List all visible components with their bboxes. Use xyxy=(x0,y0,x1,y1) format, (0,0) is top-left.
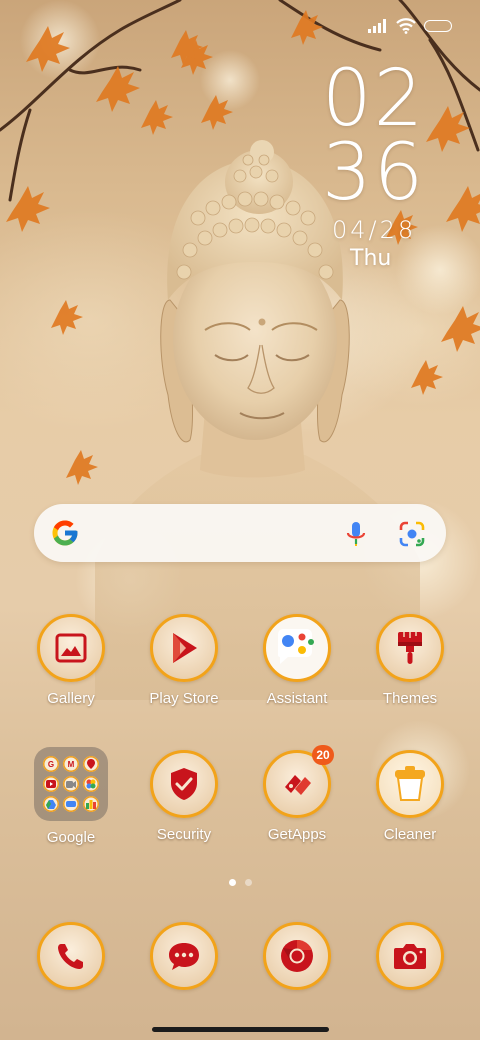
clock-day: Thu xyxy=(350,246,392,271)
clock-hour: 02 xyxy=(322,54,426,144)
app-label-themes: Themes xyxy=(382,690,438,707)
gmail-mini-icon: M xyxy=(63,756,79,772)
dock-camera[interactable] xyxy=(360,922,460,990)
app-label-assistant: Assistant xyxy=(266,690,328,707)
getapps-icon: 20 xyxy=(263,745,334,818)
notification-badge: 20 xyxy=(312,745,334,765)
clock-minute: 36 xyxy=(322,128,426,218)
maps-mini-icon xyxy=(83,756,99,772)
app-folder-google[interactable]: G M Google xyxy=(21,747,121,846)
clock-date: 04/28 xyxy=(332,216,417,244)
google-search-bar[interactable] xyxy=(34,504,446,562)
photos-mini-icon xyxy=(83,776,99,792)
app-cleaner[interactable]: Cleaner xyxy=(360,750,460,843)
clock-widget[interactable]: 02 36 04/28 Thu xyxy=(322,54,432,271)
messages-icon xyxy=(150,922,218,990)
phone-icon xyxy=(37,922,105,990)
play-store-icon xyxy=(150,614,218,682)
chrome-icon xyxy=(263,922,331,990)
app-label-getapps: GetApps xyxy=(267,826,327,843)
shield-check-icon xyxy=(150,750,218,818)
dock-messages[interactable] xyxy=(134,922,234,990)
dock-chrome[interactable] xyxy=(247,922,347,990)
mic-icon[interactable] xyxy=(344,520,368,553)
page-indicator xyxy=(0,879,480,886)
lens-icon[interactable] xyxy=(398,520,426,553)
page-dot-2 xyxy=(244,879,252,886)
duo-mini-icon xyxy=(63,796,79,812)
app-assistant[interactable]: Assistant xyxy=(247,614,347,707)
youtube-mini-icon xyxy=(43,776,59,792)
app-label-play-store: Play Store xyxy=(149,690,219,707)
google-logo-icon xyxy=(50,518,80,553)
battery-icon xyxy=(424,20,452,32)
google-mini-icon: G xyxy=(43,756,59,772)
dock-phone[interactable] xyxy=(21,922,121,990)
camera-icon xyxy=(376,922,444,990)
folder-icon: G M xyxy=(34,747,108,821)
app-label-gallery: Gallery xyxy=(47,690,95,707)
app-getapps[interactable]: 20 GetApps xyxy=(247,745,347,843)
play-games-mini-icon xyxy=(83,796,99,812)
status-bar xyxy=(368,14,452,38)
gallery-icon xyxy=(37,614,105,682)
cleaner-bin-icon xyxy=(376,750,444,818)
assistant-icon xyxy=(263,614,331,682)
paintbrush-icon xyxy=(376,614,444,682)
drive-mini-icon xyxy=(43,796,59,812)
home-gesture-bar[interactable] xyxy=(152,1027,329,1032)
app-play-store[interactable]: Play Store xyxy=(134,614,234,707)
app-themes[interactable]: Themes xyxy=(360,614,460,707)
app-label-security: Security xyxy=(156,826,212,843)
signal-icon xyxy=(368,19,388,33)
app-gallery[interactable]: Gallery xyxy=(21,614,121,707)
app-security[interactable]: Security xyxy=(134,750,234,843)
app-label-cleaner: Cleaner xyxy=(383,826,437,843)
app-label-google: Google xyxy=(46,829,96,846)
wifi-icon xyxy=(396,18,416,34)
meet-mini-icon xyxy=(63,776,79,792)
page-dot-1 xyxy=(228,879,236,886)
